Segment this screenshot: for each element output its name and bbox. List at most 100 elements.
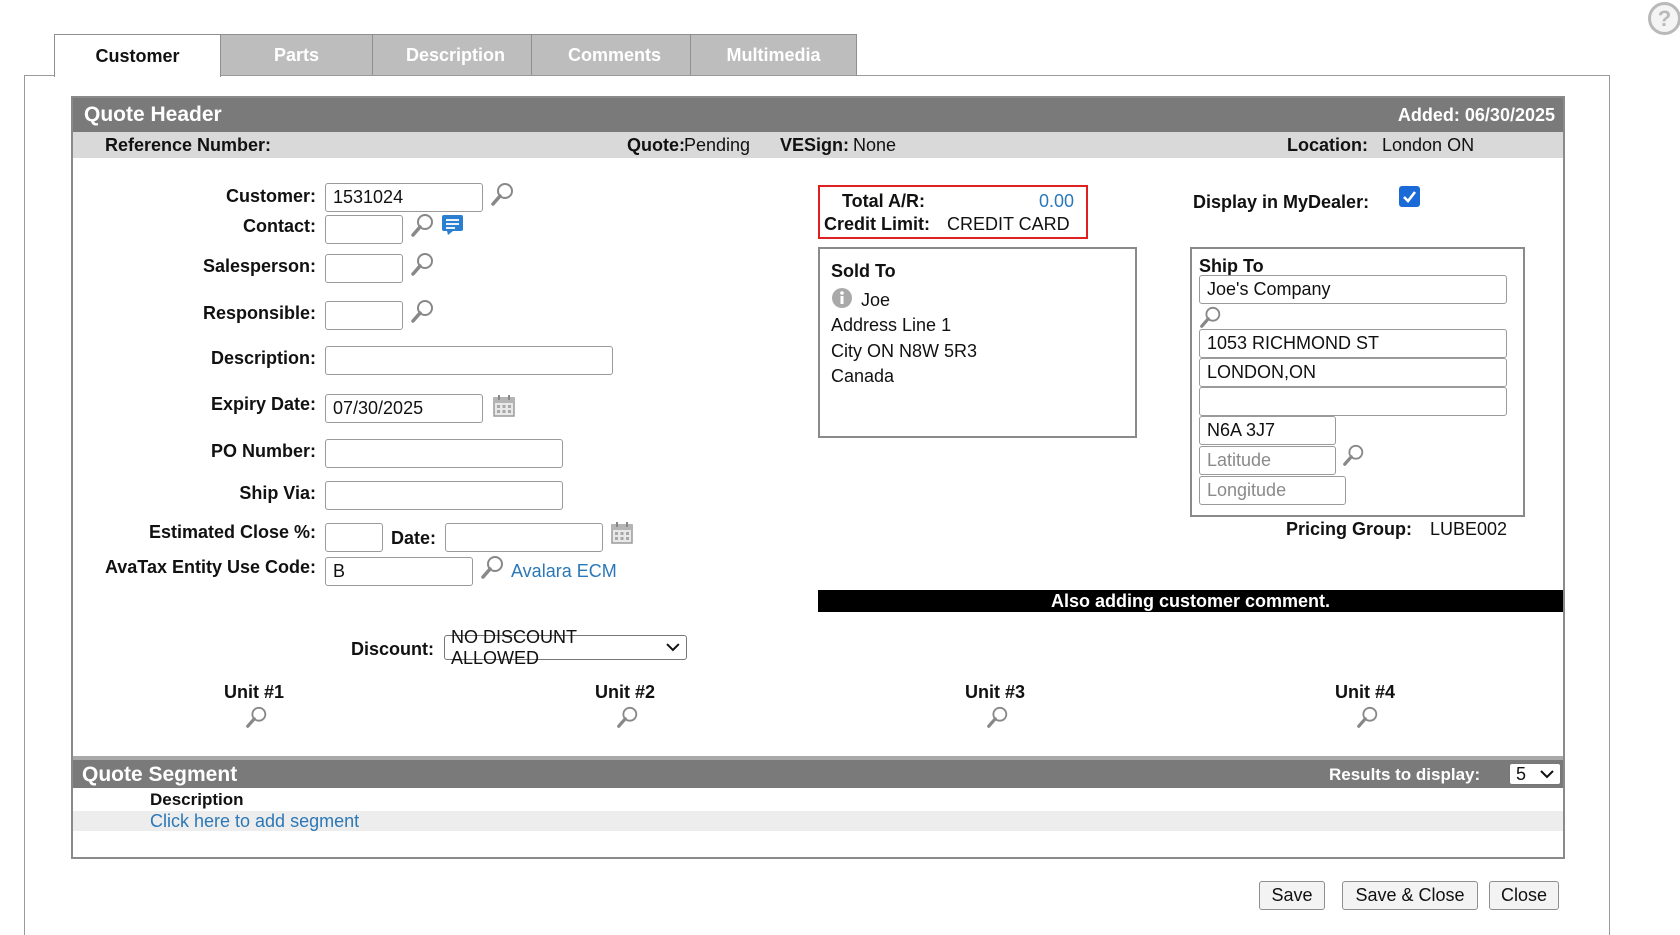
unit-4-label: Unit #4 xyxy=(1335,682,1396,702)
geocode-lookup-icon[interactable] xyxy=(1342,443,1366,467)
discount-selected-value: NO DISCOUNT ALLOWED xyxy=(451,626,577,668)
sold-to-name: Joe xyxy=(861,290,891,310)
quote-segment-bar: Quote Segment Results to display: 5 xyxy=(73,760,1563,788)
ship-via-input[interactable] xyxy=(325,481,563,510)
tab-multimedia[interactable]: Multimedia xyxy=(690,34,857,76)
unit-3-label: Unit #3 xyxy=(965,682,1026,702)
tab-customer[interactable]: Customer xyxy=(54,34,221,77)
results-selected-value: 5 xyxy=(1516,763,1527,784)
quote-box: Quote Header Added: 06/30/2025 Reference… xyxy=(71,96,1565,859)
unit-4-lookup-icon[interactable] xyxy=(1356,705,1380,729)
ship-to-address1-input[interactable]: 1053 RICHMOND ST xyxy=(1199,329,1507,358)
chevron-down-icon xyxy=(1540,769,1554,778)
ship-to-title: Ship To xyxy=(1199,256,1264,276)
save-and-close-button[interactable]: Save & Close xyxy=(1342,881,1478,910)
description-label: Description: xyxy=(210,348,316,368)
results-to-display-select[interactable]: 5 xyxy=(1509,763,1561,785)
ship-to-address3-input[interactable] xyxy=(1199,387,1507,416)
sold-to-country: Canada xyxy=(831,366,895,386)
ship-to-company-input[interactable]: Joe's Company xyxy=(1199,275,1507,304)
quote-status-label: Quote: xyxy=(627,135,685,155)
ship-via-label: Ship Via: xyxy=(239,483,316,503)
longitude-input[interactable]: Longitude xyxy=(1199,476,1346,505)
salesperson-lookup-icon[interactable] xyxy=(410,251,436,277)
total-ar-value: 0.00 xyxy=(1038,191,1074,211)
close-button[interactable]: Close xyxy=(1489,881,1559,910)
customer-input[interactable]: 1531024 xyxy=(325,183,483,212)
estimated-close-label: Estimated Close %: xyxy=(148,522,316,542)
po-number-input[interactable] xyxy=(325,439,563,468)
ship-to-postal-input[interactable]: N6A 3J7 xyxy=(1199,416,1336,445)
avatax-lookup-icon[interactable] xyxy=(480,554,506,580)
location-label: Location: xyxy=(1287,135,1368,155)
avatax-label: AvaTax Entity Use Code: xyxy=(104,557,316,577)
sold-to-title: Sold To xyxy=(831,261,896,281)
responsible-input[interactable] xyxy=(325,301,403,330)
pricing-group-value: LUBE002 xyxy=(1430,519,1508,539)
discount-select[interactable]: NO DISCOUNT ALLOWED xyxy=(444,627,687,668)
vesign-label: VESign: xyxy=(780,135,850,155)
add-segment-link[interactable]: Click here to add segment xyxy=(150,811,359,832)
unit-2-lookup-icon[interactable] xyxy=(616,705,640,729)
customer-comment-notice: Also adding customer comment. xyxy=(818,590,1563,612)
customer-lookup-icon[interactable] xyxy=(490,181,516,207)
contact-input[interactable] xyxy=(325,215,403,244)
segment-description-header: Description xyxy=(150,790,244,809)
sold-to-box: Sold To Joe Address Line 1 City ON N8W 5… xyxy=(818,247,1137,438)
pricing-group-label: Pricing Group: xyxy=(1286,519,1412,539)
location-value: London ON xyxy=(1382,135,1475,155)
quote-status-value: Pending xyxy=(684,135,751,155)
contact-lookup-icon[interactable] xyxy=(410,212,436,238)
ship-to-box: Ship To Joe's Company 1053 RICHMOND ST L… xyxy=(1190,247,1525,517)
ship-to-lookup-icon[interactable] xyxy=(1199,305,1223,329)
sold-to-address-line-2: City ON N8W 5R3 xyxy=(831,341,978,361)
expiry-date-label: Expiry Date: xyxy=(210,394,316,414)
contact-label: Contact: xyxy=(243,216,316,236)
segment-row: Click here to add segment xyxy=(73,811,1563,831)
quote-subheader-bar: Reference Number: Quote: Pending VESign:… xyxy=(73,132,1563,158)
responsible-lookup-icon[interactable] xyxy=(410,298,436,324)
vesign-value: None xyxy=(853,135,897,155)
expiry-date-input[interactable]: 07/30/2025 xyxy=(325,394,483,423)
close-date-input[interactable] xyxy=(445,523,603,552)
avalara-ecm-link[interactable]: Avalara ECM xyxy=(511,561,617,582)
display-mydealer-checkbox[interactable] xyxy=(1399,186,1420,207)
latitude-input[interactable]: Latitude xyxy=(1199,446,1336,475)
quote-header-bar: Quote Header Added: 06/30/2025 xyxy=(73,98,1563,132)
close-date-calendar-icon[interactable] xyxy=(610,521,634,545)
description-input[interactable] xyxy=(325,346,613,375)
estimated-close-input[interactable] xyxy=(325,523,383,552)
discount-label: Discount: xyxy=(351,639,434,659)
unit-1-label: Unit #1 xyxy=(224,682,285,702)
responsible-label: Responsible: xyxy=(202,303,316,323)
info-icon[interactable] xyxy=(831,287,853,309)
quote-segment-title: Quote Segment xyxy=(82,763,238,786)
customer-label: Customer: xyxy=(225,186,316,206)
ship-to-address2-input[interactable]: LONDON,ON xyxy=(1199,358,1507,387)
reference-number-label: Reference Number: xyxy=(105,135,272,155)
sold-to-address-line-1: Address Line 1 xyxy=(831,315,952,335)
close-date-label: Date: xyxy=(391,528,437,548)
added-date: Added: 06/30/2025 xyxy=(1397,105,1555,125)
salesperson-label: Salesperson: xyxy=(202,256,316,276)
help-icon[interactable]: ? xyxy=(1648,2,1680,35)
po-number-label: PO Number: xyxy=(210,441,316,461)
tab-comments[interactable]: Comments xyxy=(531,34,698,76)
chevron-down-icon xyxy=(666,643,680,652)
contact-message-icon[interactable] xyxy=(441,214,464,236)
expiry-calendar-icon[interactable] xyxy=(492,394,516,418)
save-button[interactable]: Save xyxy=(1259,881,1325,910)
quote-header-title: Quote Header xyxy=(84,103,222,126)
avatax-input[interactable]: B xyxy=(325,557,473,586)
unit-3-lookup-icon[interactable] xyxy=(986,705,1010,729)
unit-2-label: Unit #2 xyxy=(595,682,656,702)
credit-limit-label: Credit Limit: xyxy=(824,214,930,234)
tab-description[interactable]: Description xyxy=(372,34,539,76)
unit-1-lookup-icon[interactable] xyxy=(245,705,269,729)
ar-summary-box: Total A/R: 0.00 Credit Limit: CREDIT CAR… xyxy=(818,185,1088,239)
results-to-display-label: Results to display: xyxy=(1329,765,1481,784)
tab-parts[interactable]: Parts xyxy=(213,34,380,76)
credit-limit-value: CREDIT CARD xyxy=(947,214,1070,234)
salesperson-input[interactable] xyxy=(325,254,403,283)
total-ar-label: Total A/R: xyxy=(842,191,925,211)
